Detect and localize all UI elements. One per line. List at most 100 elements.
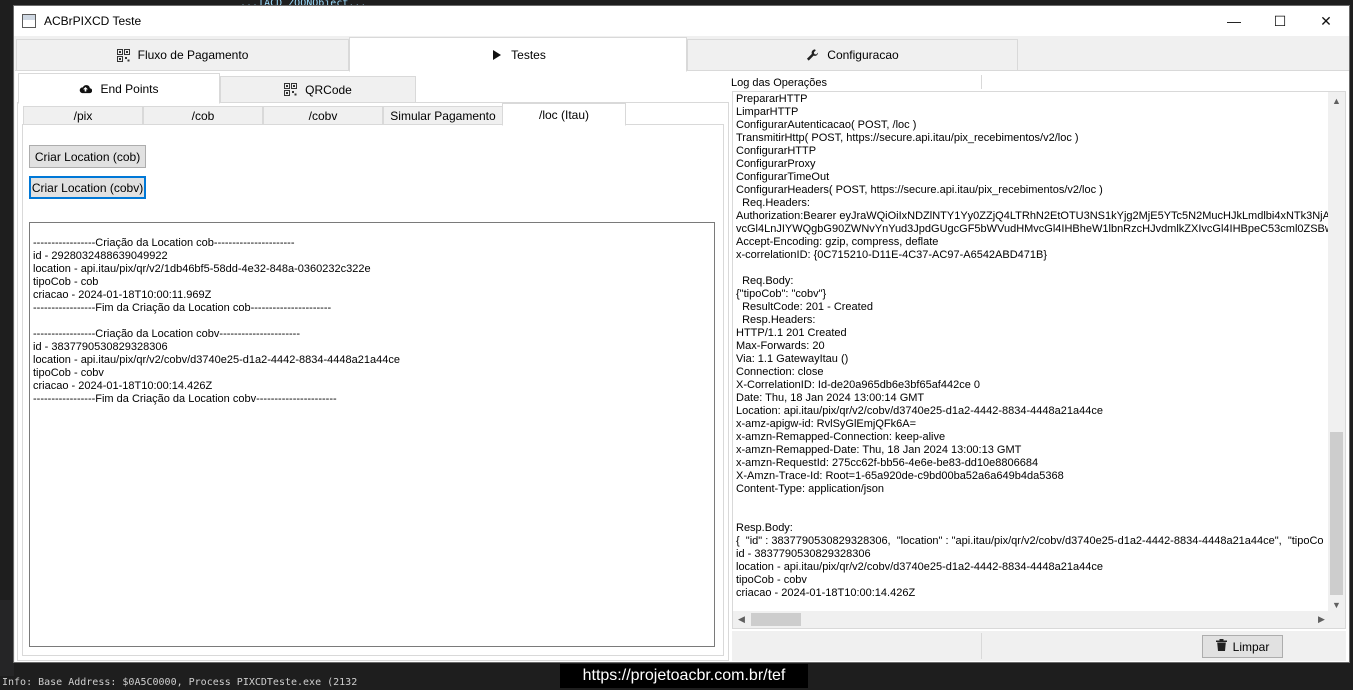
- log-line: Authorization:Bearer eyJraWQiOiIxNDZlNTY…: [736, 210, 1328, 222]
- tab-fluxo-de-pagamento[interactable]: Fluxo de Pagamento: [16, 39, 349, 71]
- window-controls: — ☐ ✕: [1211, 6, 1349, 36]
- log-line: Connection: close: [736, 366, 824, 378]
- memo-line: tipoCob - cobv: [33, 367, 104, 379]
- scrollbar-corner: [1328, 611, 1345, 628]
- log-text: PrepararHTTP LimparHTTP ConfigurarAutentic…: [736, 93, 1328, 610]
- log-line: Content-Type: application/json: [736, 483, 884, 495]
- log-line: Via: 1.1 GatewayItau (): [736, 353, 849, 365]
- log-line: ConfigurarHeaders( POST, https://secure.…: [736, 184, 1103, 196]
- tab-testes[interactable]: Testes: [349, 37, 687, 72]
- log-line: HTTP/1.1 201 Created: [736, 327, 847, 339]
- log-line: { "id" : 3837790530829328306, "location"…: [736, 535, 1324, 547]
- log-line: ConfigurarHTTP: [736, 145, 817, 157]
- tab-label: End Points: [100, 81, 159, 96]
- memo-line: -----------------Criação da Location cob…: [33, 328, 300, 340]
- log-line: id - 3837790530829328306: [736, 548, 871, 560]
- testes-tab-content: End Points QRCode /pix /cob /cobv Simula…: [15, 70, 1349, 662]
- log-line: x-amzn-Remapped-Date: Thu, 18 Jan 2024 1…: [736, 444, 1022, 456]
- memo-line: -----------------Fim da Criação da Locat…: [33, 393, 337, 405]
- memo-line: tipoCob - cob: [33, 276, 99, 288]
- memo-line: -----------------Criação da Location cob…: [33, 237, 295, 249]
- scroll-up-icon[interactable]: ▲: [1328, 92, 1345, 109]
- log-line: Resp.Body:: [736, 522, 793, 534]
- log-line: ConfigurarTimeOut: [736, 171, 830, 183]
- log-line: x-amzn-Remapped-Connection: keep-alive: [736, 431, 946, 443]
- log-line: criacao - 2024-01-18T10:00:14.426Z: [736, 587, 916, 599]
- log-bottom-bar: Limpar: [732, 631, 1346, 661]
- log-line: Resp.Headers:: [736, 314, 816, 326]
- log-line: Req.Body:: [736, 275, 794, 287]
- log-line: TransmitirHttp( POST, https://secure.api…: [736, 132, 1079, 144]
- criar-location-cobv-button[interactable]: Criar Location (cobv): [29, 176, 146, 199]
- tab-loc-itau[interactable]: /loc (Itau): [502, 103, 626, 126]
- log-line: Date: Thu, 18 Jan 2024 13:00:14 GMT: [736, 392, 925, 404]
- tab-label: Testes: [511, 47, 546, 62]
- log-title: Log das Operações: [731, 77, 828, 89]
- end-points-content: /pix /cob /cobv Simular Pagamento /loc (…: [17, 102, 729, 661]
- log-line: PrepararHTTP: [736, 93, 808, 105]
- close-button[interactable]: ✕: [1303, 6, 1349, 36]
- log-line: {"tipoCob": "cobv"}: [736, 288, 827, 300]
- log-line: Max-Forwards: 20: [736, 340, 825, 352]
- tab-label: Configuracao: [827, 48, 899, 62]
- result-memo[interactable]: -----------------Criação da Location cob…: [29, 222, 715, 647]
- log-line: ResultCode: 201 - Created: [736, 301, 873, 313]
- memo-line: criacao - 2024-01-18T10:00:14.426Z: [33, 380, 213, 392]
- background-output-line: Info: Base Address: $0A5C0000, Process P…: [0, 676, 560, 690]
- log-horizontal-scrollbar[interactable]: ◀ ▶: [733, 611, 1330, 628]
- criar-location-cob-button[interactable]: Criar Location (cob): [29, 145, 146, 168]
- memo-line: [33, 315, 712, 328]
- app-icon: [22, 14, 36, 28]
- limpar-label: Limpar: [1232, 639, 1270, 654]
- play-icon: [490, 48, 503, 61]
- limpar-button[interactable]: Limpar: [1202, 635, 1283, 658]
- app-window: ACBrPIXCD Teste — ☐ ✕ Fluxo de Pagamento…: [13, 5, 1350, 663]
- log-line: x-amzn-RequestId: 275cc62f-bb56-4e6e-be8…: [736, 457, 1039, 469]
- memo-line: location - api.itau/pix/qr/v2/cobv/d3740…: [33, 354, 400, 366]
- vertical-scroll-thumb[interactable]: [1330, 432, 1343, 595]
- bottom-bar-divider: [981, 633, 982, 659]
- minimize-button[interactable]: —: [1211, 6, 1257, 36]
- memo-line: id - 2928032488639049922: [33, 250, 168, 262]
- log-line: Location: api.itau/pix/qr/v2/cobv/d3740e…: [736, 405, 1103, 417]
- log-line: vcGl4LnJIYWQgbG90ZWNvYnYud3JpdGUgcGF5bWV…: [736, 223, 1328, 235]
- log-memo[interactable]: PrepararHTTP LimparHTTP ConfigurarAutentic…: [732, 91, 1346, 629]
- log-line: X-Amzn-Trace-Id: Root=1-65a920de-c9bd00b…: [736, 470, 1064, 482]
- log-line: location - api.itau/pix/qr/v2/cobv/d3740…: [736, 561, 1103, 573]
- window-title: ACBrPIXCD Teste: [44, 14, 142, 28]
- log-line: ConfigurarProxy: [736, 158, 816, 170]
- tab-cob[interactable]: /cob: [143, 106, 263, 125]
- memo-line: -----------------Fim da Criação da Locat…: [33, 302, 332, 314]
- tab-simular-pagamento[interactable]: Simular Pagamento: [383, 106, 503, 125]
- tab-configuracao[interactable]: Configuracao: [687, 39, 1018, 71]
- tab-end-points[interactable]: End Points: [18, 73, 220, 104]
- log-vertical-scrollbar[interactable]: ▲ ▼: [1328, 92, 1345, 613]
- scroll-left-icon[interactable]: ◀: [733, 611, 750, 628]
- wrench-icon: [806, 49, 819, 62]
- endpoints-panel: End Points QRCode /pix /cob /cobv Simula…: [17, 73, 729, 661]
- tab-pix[interactable]: /pix: [23, 106, 143, 125]
- log-line: Accept-Encoding: gzip, compress, deflate: [736, 236, 939, 248]
- log-line: ConfigurarAutenticacao( POST, /loc ): [736, 119, 917, 131]
- cloud-upload-icon: [79, 82, 93, 95]
- qr-icon: [116, 48, 130, 62]
- log-line: tipoCob - cobv: [736, 574, 807, 586]
- qr-icon: [284, 83, 298, 96]
- tab-cobv[interactable]: /cobv: [263, 106, 383, 125]
- tab-label: QRCode: [305, 82, 352, 97]
- loc-itau-content: Criar Location (cob) Criar Location (cob…: [22, 124, 724, 656]
- memo-line: location - api.itau/pix/qr/v2/1db46bf5-5…: [33, 263, 371, 275]
- maximize-button[interactable]: ☐: [1257, 6, 1303, 36]
- tab-label: Fluxo de Pagamento: [137, 48, 249, 62]
- main-tab-strip: Fluxo de Pagamento Testes Configuracao: [14, 37, 1349, 72]
- log-header-divider: [981, 75, 982, 89]
- memo-line: id - 3837790530829328306: [33, 341, 168, 353]
- tab-qrcode[interactable]: QRCode: [220, 76, 416, 103]
- log-line: X-CorrelationID: Id-de20a965db6e3bf65af4…: [736, 379, 981, 391]
- log-line: LimparHTTP: [736, 106, 799, 118]
- horizontal-scroll-thumb[interactable]: [751, 613, 801, 626]
- sub-tab-strip: /pix /cob /cobv Simular Pagamento /loc (…: [23, 103, 723, 126]
- url-overlay: https://projetoacbr.com.br/tef: [560, 664, 808, 688]
